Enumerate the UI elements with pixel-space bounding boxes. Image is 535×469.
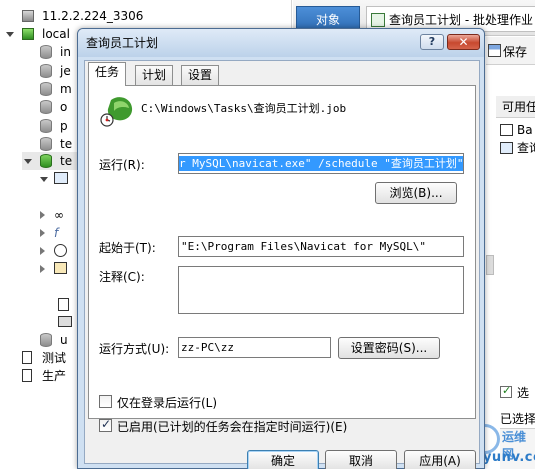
save-icon: [488, 44, 501, 57]
task-properties-dialog: 查询员工计划 ? ✕ 任务 计划 设置 C:\Windows\Tasks\查询员…: [77, 28, 485, 469]
clock-icon: [54, 244, 67, 257]
dialog-client-area: 任务 计划 设置 C:\Windows\Tasks\查询员工计划.job 运行(…: [84, 60, 480, 469]
tab-task[interactable]: 任务: [88, 62, 127, 86]
ok-button[interactable]: 确定: [247, 450, 319, 469]
tree-connection-label: local: [42, 27, 70, 41]
database-icon: [40, 137, 52, 151]
comment-textarea[interactable]: [178, 266, 464, 314]
set-password-button[interactable]: 设置密码(S)...: [338, 337, 440, 359]
select-checkbox-label: 选: [517, 386, 530, 400]
expand-right-icon[interactable]: [40, 265, 45, 273]
checkbox-icon: [500, 384, 512, 398]
tree-connection-label: 11.2.2.224_3306: [42, 9, 144, 23]
expand-down-icon[interactable]: [40, 177, 48, 182]
watermark-bottom-text: iyunv.com: [478, 450, 535, 465]
database-icon: [40, 45, 52, 59]
only-logged-on-checkbox[interactable]: [99, 395, 112, 408]
scheduled-task-icon: [100, 97, 133, 127]
browse-button[interactable]: 浏览(B)...: [375, 182, 457, 204]
tab-schedule[interactable]: 计划: [135, 65, 174, 85]
tree-db-label: te: [60, 154, 73, 168]
expand-down-icon[interactable]: [6, 32, 14, 37]
expand-right-icon[interactable]: [40, 247, 45, 255]
backup-icon: [500, 124, 513, 136]
run-as-label: 运行方式(U):: [99, 342, 170, 356]
database-icon: [40, 119, 52, 133]
tree-group-label: 测试: [42, 351, 67, 365]
table-icon: [54, 172, 68, 184]
database-icon: [40, 64, 52, 78]
function-icon: f: [54, 226, 59, 240]
database-icon: [40, 82, 52, 96]
task-tab-panel: C:\Windows\Tasks\查询员工计划.job 运行(R): r MyS…: [88, 85, 476, 434]
scrollbar-thumb[interactable]: [486, 255, 494, 275]
available-jobs-header: 可用任: [496, 96, 535, 118]
start-in-label: 起始于(T):: [99, 241, 156, 255]
separator: [99, 135, 465, 136]
report-icon: [58, 298, 69, 311]
dialog-titlebar[interactable]: 查询员工计划 ? ✕: [78, 29, 484, 57]
server-group-icon: [22, 369, 32, 382]
separator: [99, 213, 465, 214]
run-label: 运行(R):: [99, 158, 145, 172]
database-icon: [40, 100, 52, 114]
run-as-input[interactable]: zz-PC\zz: [178, 337, 331, 358]
expand-down-icon[interactable]: [24, 159, 32, 164]
tree-db-label: in: [60, 45, 71, 59]
run-command-input[interactable]: r MySQL\navicat.exe" /schedule "查询员工计划": [178, 153, 464, 174]
close-button[interactable]: ✕: [447, 34, 480, 50]
backup-icon: [58, 316, 72, 327]
job-file-path: C:\Windows\Tasks\查询员工计划.job: [141, 102, 347, 115]
comment-label: 注释(C):: [99, 270, 145, 284]
save-button[interactable]: 保存: [486, 37, 535, 65]
save-label: 保存: [503, 45, 528, 59]
server-icon: [22, 28, 34, 40]
enabled-checkbox[interactable]: [99, 417, 112, 432]
query-icon: [500, 142, 513, 154]
tree-group-label: 生产: [42, 369, 67, 383]
start-in-input[interactable]: "E:\Program Files\Navicat for MySQL\": [178, 236, 464, 257]
help-button[interactable]: ?: [420, 34, 444, 50]
database-icon: [40, 333, 52, 347]
enabled-label[interactable]: 已启用(已计划的任务会在指定时间运行)(E): [117, 418, 347, 435]
only-logged-on-label[interactable]: 仅在登录后运行(L): [117, 394, 217, 411]
apply-button[interactable]: 应用(A): [404, 450, 476, 469]
run-command-text: r MySQL\navicat.exe" /schedule "查询员工计划": [179, 156, 464, 171]
query-icon: [54, 262, 67, 274]
cancel-button[interactable]: 取消: [325, 450, 397, 469]
expand-right-icon[interactable]: [40, 211, 45, 219]
tree-db-label: je: [60, 64, 71, 78]
batch-job-icon: [371, 13, 385, 27]
tab-settings[interactable]: 设置: [181, 65, 220, 85]
tree-db-label: te: [60, 137, 73, 151]
server-group-icon: [22, 351, 32, 364]
dialog-title: 查询员工计划: [86, 36, 159, 50]
available-job-label: Ba: [517, 123, 533, 137]
tab-batch-job-label: 查询员工计划 - 批处理作业: [389, 13, 533, 27]
tree-db-label: m: [60, 82, 72, 96]
tree-db-label: u: [60, 333, 68, 347]
tree-db-label: p: [60, 119, 68, 133]
server-icon: [22, 10, 34, 22]
database-icon: [40, 154, 52, 168]
available-job-label: 查询: [517, 141, 535, 155]
tree-db-label: o: [60, 100, 68, 114]
separator: [99, 326, 465, 327]
views-icon: ∞: [54, 208, 64, 222]
expand-right-icon[interactable]: [40, 229, 45, 237]
